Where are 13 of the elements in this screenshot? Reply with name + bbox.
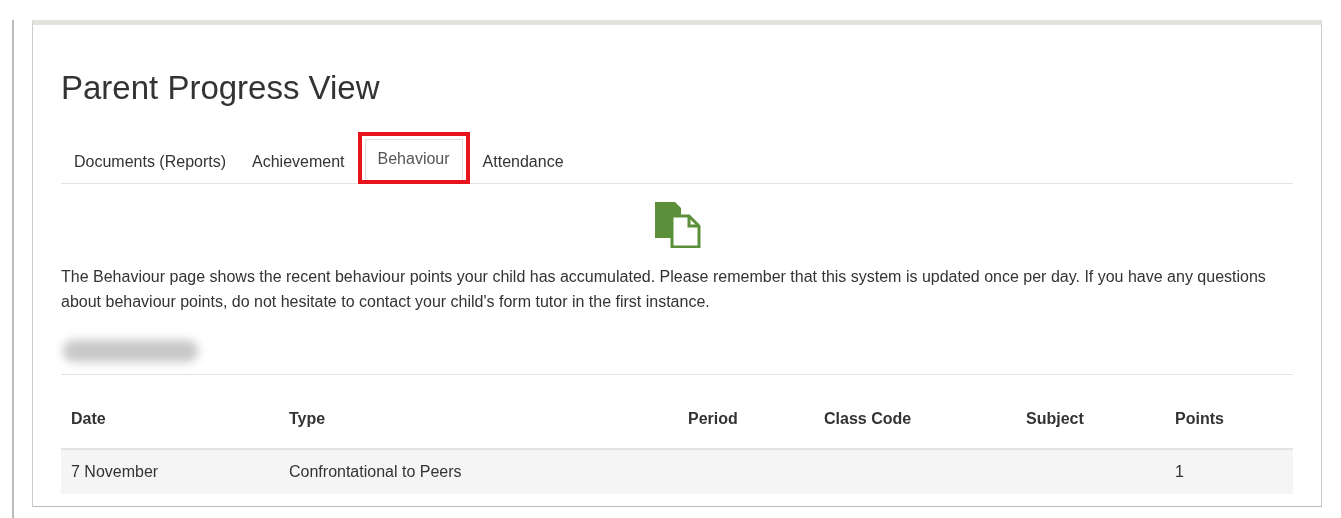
column-header: Subject [1026,410,1085,428]
table-cell-text: Confrontational to Peers [289,463,463,481]
page-title: Parent Progress View [61,68,381,108]
column-header: Period [688,410,739,428]
intro-paragraph: The Behaviour page shows the recent behaviour points your child has accumulated. Please remember that this system is updated once per day. If you have any questions about behaviour points, do not hesitate to contact your child's form tutor in the first instance. [61,267,1267,312]
table-cell-text: 7 November [71,463,160,481]
table-cell-text: 1 [1175,463,1185,481]
column-header: Points [1175,410,1225,428]
column-header: Type [289,410,327,428]
column-header: Date [71,410,107,428]
document-icon [653,200,701,248]
tab[interactable]: Behaviour [364,139,463,180]
column-header: Class Code [824,410,913,428]
